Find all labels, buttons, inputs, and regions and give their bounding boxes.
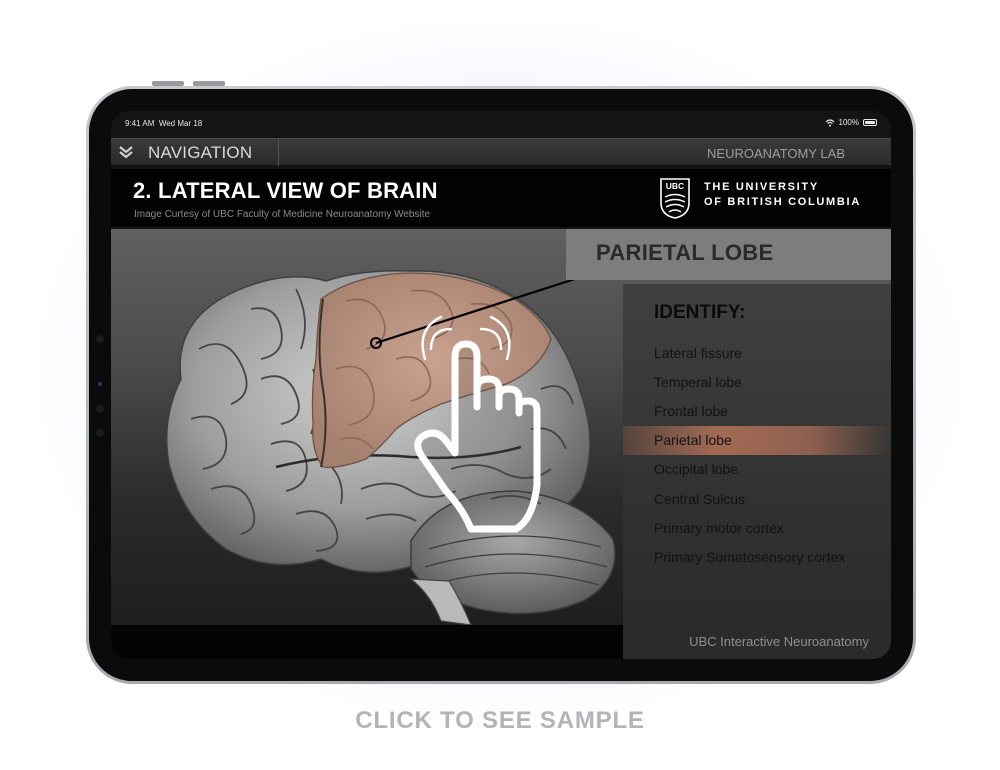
footer-bar: UBC Interactive Neuroanatomy — [111, 625, 891, 659]
identify-item-label: Frontal lobe — [654, 402, 728, 419]
tablet-bezel: 9:41 AM Wed Mar 18 100% NAVIGATION NEURO… — [89, 89, 913, 681]
university-line-2: OF BRITISH COLUMBIA — [704, 196, 861, 208]
tablet-frame: 9:41 AM Wed Mar 18 100% NAVIGATION NEURO… — [86, 86, 916, 684]
identify-item-parietal-lobe[interactable]: Parietal lobe — [623, 425, 891, 455]
university-line-1: THE UNIVERSITY — [704, 181, 819, 193]
ubc-crest-icon: UBC — [660, 178, 690, 219]
selected-region-name: PARIETAL LOBE — [596, 240, 774, 265]
see-sample-link[interactable]: CLICK TO SEE SAMPLE — [0, 707, 1000, 735]
identify-item-label: Lateral fissure — [654, 344, 742, 361]
identify-item-label: Central Sulcus — [654, 490, 746, 507]
identify-panel: IDENTIFY: Lateral fissure Temperal lobe … — [623, 284, 891, 625]
wifi-icon — [825, 118, 834, 127]
status-time-date: 9:41 AM Wed Mar 18 — [125, 119, 203, 128]
identify-item-frontal-lobe[interactable]: Frontal lobe — [623, 396, 891, 425]
side-camera-dots — [96, 335, 104, 437]
ubc-logo-text: UBC — [666, 181, 684, 191]
university-name: THE UNIVERSITY OF BRITISH COLUMBIA — [704, 180, 861, 210]
identify-item-primary-motor-cortex[interactable]: Primary motor cortex — [623, 513, 891, 542]
page-title: 2. LATERAL VIEW OF BRAIN — [133, 178, 438, 203]
image-credit: Image Curtesy of UBC Faculty of Medicine… — [134, 209, 431, 220]
identify-title: IDENTIFY: — [654, 302, 746, 323]
tablet-screen: 9:41 AM Wed Mar 18 100% NAVIGATION NEURO… — [111, 111, 891, 659]
identify-item-lateral-fissure[interactable]: Lateral fissure — [623, 338, 891, 367]
battery-percent: 100% — [838, 118, 859, 127]
selected-region-header: PARIETAL LOBE — [566, 229, 891, 280]
double-chevron-down-icon — [119, 146, 133, 159]
navigation-label: NAVIGATION — [148, 143, 253, 162]
identify-item-primary-somatosensory-cortex[interactable]: Primary Somatosensory cortex — [623, 542, 891, 571]
title-bar: 2. LATERAL VIEW OF BRAIN Image Curtesy o… — [111, 169, 891, 227]
navigation-button[interactable]: NAVIGATION — [111, 139, 279, 166]
identify-item-label: Occipital lobe — [654, 461, 739, 478]
identify-item-label: Parietal lobe — [654, 432, 732, 449]
identify-item-label: Primary motor cortex — [654, 519, 784, 536]
status-right-group: 100% — [825, 118, 877, 127]
footer-label: UBC Interactive Neuroanatomy — [689, 634, 869, 649]
identify-item-temperal-lobe[interactable]: Temperal lobe — [623, 367, 891, 396]
lab-label: NEUROANATOMY LAB — [707, 146, 845, 161]
main-content: PARIETAL LOBE IDENTIFY: Lateral fissure … — [111, 229, 891, 625]
identify-item-central-sulcus[interactable]: Central Sulcus — [623, 484, 891, 513]
identify-item-occipital-lobe[interactable]: Occipital lobe — [623, 455, 891, 484]
status-bar: 9:41 AM Wed Mar 18 100% — [111, 111, 891, 135]
battery-icon — [863, 119, 877, 126]
identify-list: Lateral fissure Temperal lobe Frontal lo… — [623, 338, 891, 572]
navigation-bar: NAVIGATION NEUROANATOMY LAB — [111, 138, 891, 166]
identify-item-label: Primary Somatosensory cortex — [654, 548, 846, 565]
identify-item-label: Temperal lobe — [654, 373, 742, 390]
